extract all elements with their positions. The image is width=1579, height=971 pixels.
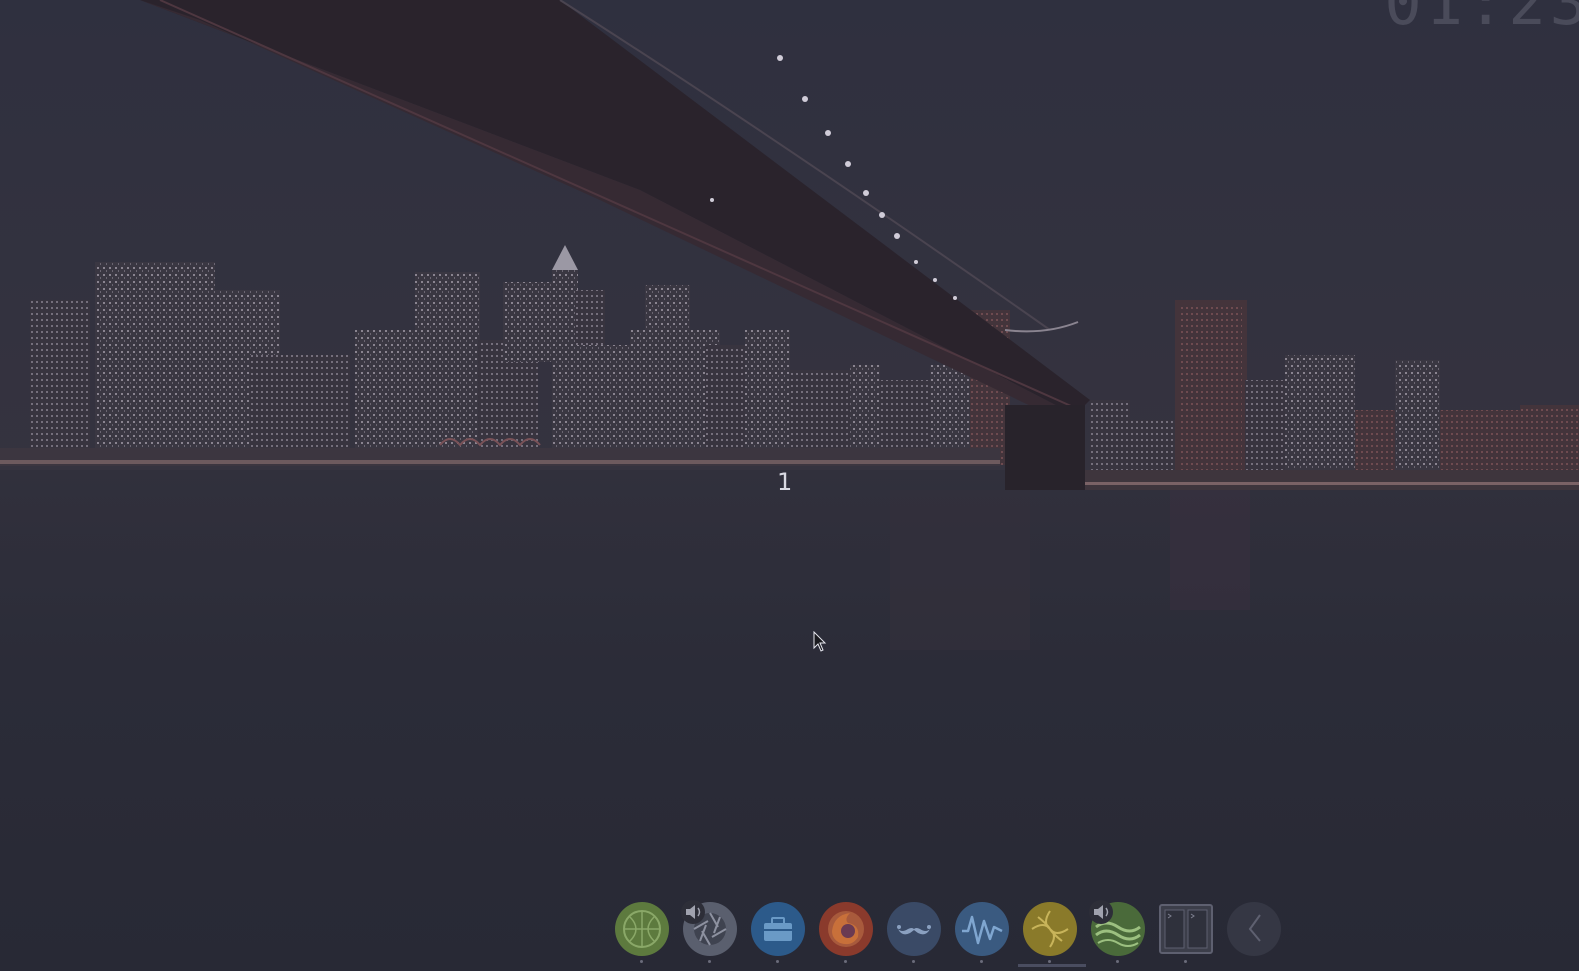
running-indicator bbox=[1184, 960, 1187, 963]
running-indicator bbox=[708, 960, 711, 963]
dock-item-audio-wave[interactable] bbox=[1089, 900, 1146, 963]
running-indicator bbox=[980, 960, 983, 963]
dock-item-split-window[interactable] bbox=[1158, 901, 1214, 963]
dock-item-mustache-app[interactable] bbox=[886, 901, 942, 963]
dock-item-camera[interactable] bbox=[681, 900, 738, 963]
speaker-icon bbox=[681, 900, 705, 924]
swirl-icon bbox=[1023, 902, 1077, 956]
workspace-number: 1 bbox=[777, 468, 793, 496]
dock-item-firefox[interactable] bbox=[818, 901, 874, 963]
dock bbox=[614, 896, 1282, 967]
clock-icon bbox=[1227, 902, 1281, 956]
desktop: 01:23 1 bbox=[0, 0, 1579, 971]
running-indicator bbox=[912, 960, 915, 963]
dock-item-yellow-swirl[interactable] bbox=[1018, 901, 1086, 967]
speaker-icon bbox=[1089, 900, 1113, 924]
green-globe-icon bbox=[615, 902, 669, 956]
dock-item-browser[interactable] bbox=[614, 901, 670, 963]
running-indicator bbox=[776, 960, 779, 963]
waveform-icon bbox=[955, 902, 1009, 956]
mouse-cursor-icon bbox=[813, 630, 827, 657]
running-indicator bbox=[1116, 960, 1119, 963]
active-window-indicator bbox=[1018, 964, 1086, 967]
toolbox-icon bbox=[751, 902, 805, 956]
split-window-icon bbox=[1159, 904, 1213, 954]
dock-item-audio-waveform[interactable] bbox=[954, 901, 1010, 963]
dock-item-files[interactable] bbox=[750, 901, 806, 963]
running-indicator bbox=[640, 960, 643, 963]
running-indicator bbox=[844, 960, 847, 963]
desktop-clock: 01:23 bbox=[1384, 0, 1579, 39]
firefox-icon bbox=[819, 902, 873, 956]
dock-item-clock[interactable] bbox=[1226, 901, 1282, 957]
mustache-icon bbox=[887, 902, 941, 956]
running-indicator bbox=[1048, 960, 1051, 963]
